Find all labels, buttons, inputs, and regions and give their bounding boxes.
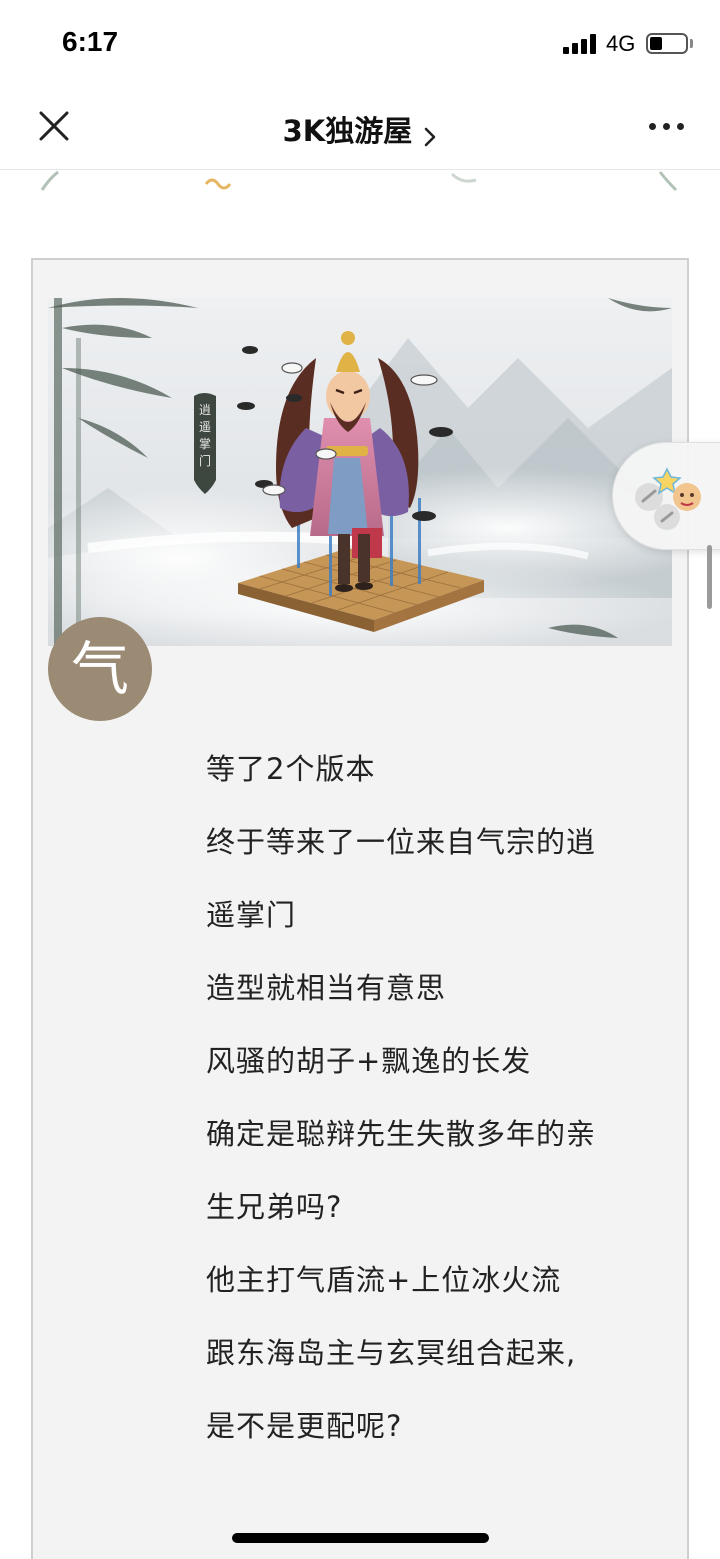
- more-button[interactable]: [646, 114, 686, 138]
- account-title-link[interactable]: 3K独游屋: [0, 108, 720, 150]
- svg-text:逍: 逍: [199, 403, 211, 417]
- body-line: 跟东海岛主与玄冥组合起来,: [206, 1336, 577, 1370]
- body-line: 遥掌门: [206, 898, 297, 932]
- floating-window-bubble[interactable]: [612, 442, 720, 550]
- svg-text:遥: 遥: [199, 420, 211, 434]
- body-line: 确定是聪辩先生失散多年的亲: [206, 1117, 597, 1151]
- scrollbar[interactable]: [707, 545, 712, 609]
- hero-banner-image: 逍 遥 掌 门: [48, 298, 672, 646]
- qi-sect-badge: 气: [48, 617, 152, 721]
- article-body: 等了2个版本 终于等来了一位来自气宗的逍 遥掌门 造型就相当有意思 风骚的胡子+…: [206, 736, 666, 1466]
- signal-bars-icon: [563, 34, 599, 54]
- status-bar: 6:17 4G: [0, 0, 720, 88]
- status-time: 6:17: [62, 26, 119, 57]
- svg-text:掌: 掌: [199, 437, 211, 451]
- nav-title: 3K独游屋: [282, 114, 413, 148]
- battery-icon: [646, 33, 688, 54]
- body-line: 造型就相当有意思: [206, 971, 447, 1005]
- body-line: 是不是更配呢?: [206, 1409, 403, 1443]
- chevron-right-icon: [425, 127, 436, 146]
- battery-cap: [690, 39, 693, 48]
- body-line: 终于等来了一位来自气宗的逍: [206, 825, 597, 859]
- home-indicator[interactable]: [232, 1533, 489, 1543]
- nav-bar: 3K独游屋: [0, 88, 720, 170]
- body-line: 等了2个版本: [206, 752, 376, 786]
- network-type: 4G: [606, 31, 636, 56]
- body-line: 风骚的胡子+飘逸的长发: [206, 1044, 532, 1078]
- top-decoration-image: [40, 170, 678, 192]
- more-icon: [649, 123, 656, 130]
- body-line: 他主打气盾流+上位冰火流: [206, 1263, 562, 1297]
- badge-character: 气: [70, 635, 129, 703]
- body-line: 生兄弟吗?: [206, 1190, 343, 1224]
- avatar-icon: [673, 483, 701, 511]
- svg-text:门: 门: [199, 453, 211, 468]
